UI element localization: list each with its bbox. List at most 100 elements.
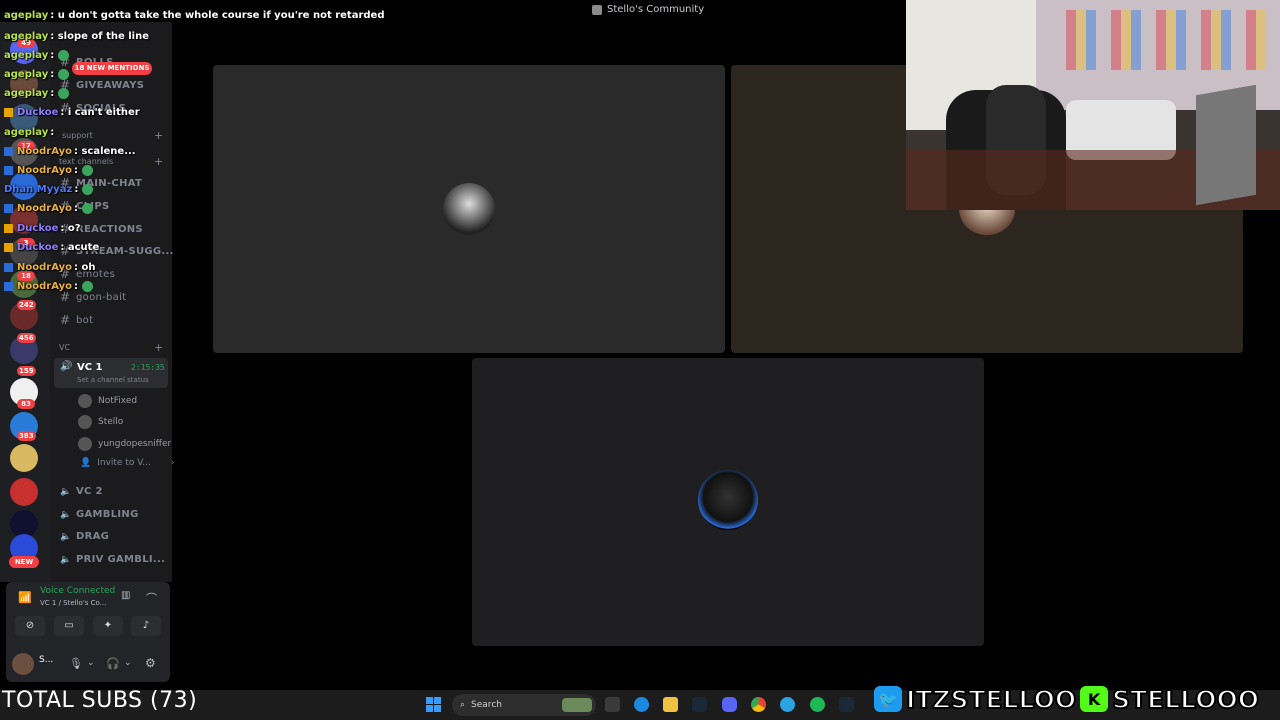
chevron-right-icon: › [170, 458, 175, 468]
participant-avatar [698, 470, 758, 530]
voice-user[interactable]: Stello [78, 415, 123, 429]
video-tile-yungdopesniffer[interactable] [472, 358, 984, 646]
avatar [78, 394, 92, 408]
chat-text: : slope of the line [50, 31, 150, 42]
category-vc[interactable]: VC [59, 343, 70, 352]
screen-share-button[interactable]: ▭ [54, 616, 84, 636]
soundboard-button[interactable]: ♪ [131, 616, 161, 636]
voice-channel-item[interactable]: 🔈 DRAG [60, 531, 109, 542]
chat-username: ageplay [4, 127, 49, 138]
speaker-icon: 🔈 [60, 509, 72, 520]
username: S... [39, 655, 54, 665]
mention-badge: 383 [17, 431, 36, 441]
settings-gear-icon[interactable]: ⚙ [145, 656, 156, 670]
chat-emote-icon [81, 165, 93, 176]
chat-text: : [50, 127, 55, 138]
add-channel-icon[interactable]: + [154, 155, 163, 168]
disconnect-icon[interactable]: ⌒ [146, 590, 157, 606]
noise-suppression-icon[interactable]: ▥ [121, 590, 130, 601]
voice-channel-item[interactable]: 🔈 PRIV GAMBLI... [60, 554, 165, 565]
user-avatar[interactable] [12, 653, 34, 675]
twitter-icon: 🐦 [874, 686, 902, 712]
steam-icon[interactable] [692, 697, 707, 712]
voice-channel-name: GAMBLING [76, 509, 139, 520]
headphones-icon[interactable]: 🎧 [106, 657, 120, 670]
voice-user[interactable]: NotFixed [78, 394, 137, 408]
voice-channel-item[interactable]: 🔈 GAMBLING [60, 509, 139, 520]
chat-text: : [50, 88, 55, 99]
signal-icon[interactable]: 📶 [18, 591, 32, 604]
activities-button[interactable]: ✦ [93, 616, 123, 636]
chat-badge-icon [4, 147, 13, 156]
vc1-name: VC 1 [77, 362, 103, 373]
voice-channel-name: PRIV GAMBLI... [76, 554, 166, 565]
channel-status[interactable]: Set a channel status [77, 376, 149, 384]
kick-icon: K [1080, 686, 1109, 712]
chat-text: : [73, 165, 78, 176]
chevron-down-icon[interactable]: ⌄ [124, 658, 132, 668]
channel-name: goon-bait [76, 291, 127, 303]
chat-username: ageplay [4, 10, 49, 21]
chat-text: : [74, 184, 79, 195]
chat-badge-icon [4, 282, 13, 291]
category-support[interactable]: support [62, 131, 93, 140]
chat-text: : [50, 69, 55, 80]
voice-channel-item[interactable]: 🔈 VC 2 [60, 486, 103, 497]
chat-message: NoodrAyo: oh [4, 262, 95, 273]
chat-emote-icon [58, 50, 70, 61]
edge-icon[interactable] [634, 697, 649, 712]
mention-badge: 83 [17, 399, 35, 409]
task-view-icon[interactable] [605, 697, 620, 712]
video-tile-notfixed[interactable] [213, 65, 725, 353]
chrome-icon[interactable] [751, 697, 766, 712]
camera-off-button[interactable]: ⊘ [15, 616, 45, 636]
microphone-icon[interactable]: 🎙 [69, 657, 83, 670]
steam-icon[interactable] [839, 697, 854, 712]
spotify-icon[interactable] [810, 697, 825, 712]
chat-emote-icon [82, 184, 94, 195]
chat-message: Duckoe: i can't either [4, 107, 140, 118]
channel-item[interactable]: # goon-bait [60, 290, 126, 304]
chat-message: NoodrAyo: scalene... [4, 146, 136, 157]
add-channel-icon[interactable]: + [154, 341, 163, 354]
file-explorer-icon[interactable] [663, 697, 678, 712]
mention-badge: 242 [17, 300, 36, 310]
chat-message: ageplay: [4, 50, 70, 61]
telegram-icon[interactable] [780, 697, 795, 712]
participant-avatar [443, 183, 495, 235]
chat-message: ageplay: u don't gotta take the whole co… [4, 10, 384, 21]
new-badge[interactable]: NEW [9, 556, 39, 568]
speaker-icon: 🔊 [60, 361, 73, 372]
avatar [78, 415, 92, 429]
voice-channel-link[interactable]: VC 1 / Stello's Co... [40, 599, 106, 607]
channel-item[interactable]: # bot [60, 313, 93, 327]
voice-user[interactable]: yungdopesniffer [78, 437, 171, 451]
chat-text: : [73, 203, 78, 214]
invite-to-voice[interactable]: 👤 Invite to V... › [80, 458, 174, 468]
chat-username: Duckoe [17, 242, 59, 253]
server-icon-14[interactable] [10, 478, 38, 506]
chat-username: ageplay [4, 69, 49, 80]
vc1-timer: 2:15:35 [131, 363, 165, 372]
voice-status[interactable]: Voice Connected [40, 586, 115, 596]
chat-emote-icon [58, 88, 70, 99]
add-channel-icon[interactable]: + [154, 129, 163, 142]
chat-badge-icon [4, 204, 13, 213]
chat-badge-icon [4, 243, 13, 252]
chat-message: NoodrAyo: [4, 165, 93, 176]
chat-username: NoodrAyo [17, 281, 72, 292]
taskbar-search[interactable]: ⌕ Search [452, 694, 596, 716]
twitter-handle: ITZSTELLOO [905, 684, 1077, 715]
discord-icon[interactable] [722, 697, 737, 712]
server-icon-13[interactable] [10, 444, 38, 472]
channel-item[interactable]: # GIVEAWAYS [60, 78, 144, 92]
mention-badge: 159 [17, 366, 36, 376]
new-mentions-pill[interactable]: 18 NEW MENTIONS [72, 62, 152, 75]
voice-user-name: NotFixed [98, 396, 138, 406]
social-banner: 🐦 ITZSTELLOO K STELLOOO [874, 682, 1272, 716]
chat-username: Duckoe [17, 223, 59, 234]
chat-text: : oh [73, 262, 96, 273]
chat-message: ageplay: [4, 88, 70, 99]
chevron-down-icon[interactable]: ⌄ [87, 658, 95, 668]
windows-start-icon[interactable] [426, 697, 441, 712]
